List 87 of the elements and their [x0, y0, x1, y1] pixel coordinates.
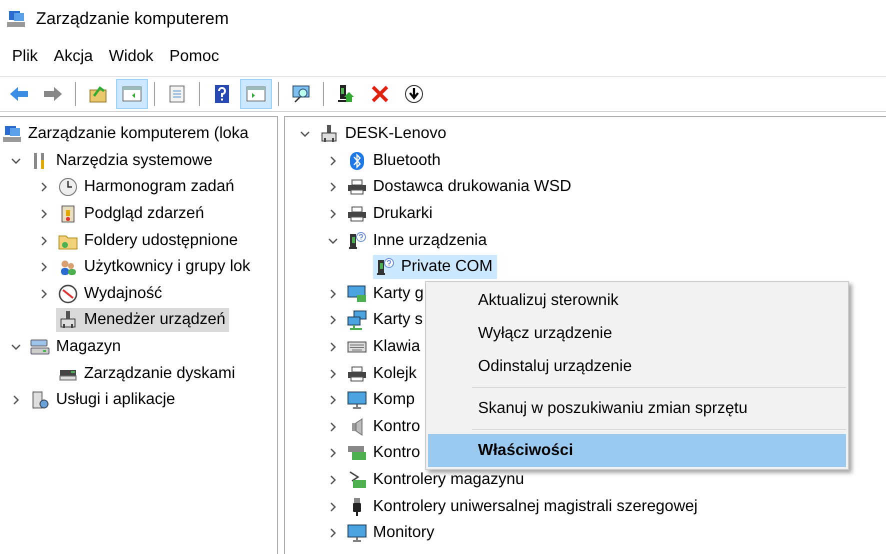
clock-icon — [58, 177, 78, 198]
chevron-right-icon[interactable] — [39, 236, 49, 246]
bluetooth-icon — [347, 150, 367, 171]
tree-item[interactable]: Kontrolery magazynu — [345, 468, 528, 492]
device-icon — [319, 124, 339, 144]
driver-update-icon — [336, 84, 356, 104]
pane-toggle-icon — [246, 84, 266, 104]
tree-item[interactable]: Karty g — [345, 282, 428, 306]
printer-icon — [347, 204, 367, 224]
services-icon — [30, 390, 50, 410]
window-title: Zarządzanie komputerem — [36, 9, 229, 29]
chevron-right-icon[interactable] — [328, 288, 338, 299]
chevron-down-icon[interactable] — [11, 156, 21, 166]
chevron-right-icon[interactable] — [328, 182, 338, 192]
tree-item[interactable]: Usługi i aplikacje — [28, 388, 180, 412]
folder-up-icon — [88, 84, 108, 104]
tree-item[interactable]: Drukarki — [345, 202, 437, 226]
menu-item[interactable]: Plik — [4, 44, 46, 70]
chevron-right-icon[interactable] — [11, 395, 21, 406]
chevron-right-icon[interactable] — [39, 182, 49, 192]
tree-item[interactable]: Monitory — [345, 521, 438, 546]
chevron-right-icon[interactable] — [328, 342, 338, 352]
display-adapter-icon — [347, 284, 367, 304]
tree-item[interactable]: Kolejk — [345, 362, 421, 386]
tree-item[interactable]: Kontro — [345, 414, 424, 439]
tree-item[interactable]: Bluetooth — [345, 148, 445, 173]
monitor-icon — [347, 390, 367, 410]
chevron-right-icon[interactable] — [328, 395, 338, 406]
tree-item[interactable]: Kontrolery uniwersalnej magistrali szeregowej — [345, 494, 702, 519]
chevron-right-icon[interactable] — [39, 262, 49, 272]
network-icon — [347, 310, 367, 330]
tree-item[interactable]: Kontro — [345, 441, 424, 466]
tree-item[interactable]: Karty s — [345, 308, 427, 332]
menu-item[interactable]: Widok — [100, 44, 162, 70]
tree-item[interactable]: Wydajność — [56, 282, 166, 306]
chevron-right-icon[interactable] — [39, 209, 49, 220]
forward-arrow-icon — [42, 84, 64, 104]
close-icon — [370, 84, 390, 104]
properties-icon — [167, 84, 187, 104]
tree-item[interactable]: Klawia — [345, 335, 424, 360]
context-menu-item[interactable]: Skanuj w poszukiwaniu zmian sprzętu — [428, 392, 846, 425]
tree-item[interactable]: Foldery udostępnione — [56, 228, 242, 253]
pane-toggle-icon — [122, 84, 142, 104]
tree-item[interactable]: Harmonogram zadań — [56, 175, 238, 200]
context-menu-item[interactable]: Odinstaluj urządzenie — [428, 350, 846, 383]
chevron-right-icon[interactable] — [328, 422, 338, 432]
chevron-down-icon[interactable] — [300, 129, 310, 140]
tree-item[interactable]: Komp — [345, 388, 419, 412]
chevron-down-icon[interactable] — [328, 236, 338, 246]
storage-icon — [30, 337, 50, 358]
chevron-right-icon[interactable] — [328, 368, 338, 379]
chevron-right-icon[interactable] — [328, 156, 338, 166]
context-menu-item[interactable]: Wyłącz urządzenie — [428, 317, 846, 350]
tree-item[interactable]: Dostawca drukowania WSD — [345, 175, 576, 200]
chevron-right-icon[interactable] — [328, 475, 338, 486]
monitor-icon — [347, 523, 367, 544]
computer-icon — [6, 9, 26, 29]
help-icon — [212, 84, 232, 104]
tree-item[interactable]: Inne urządzenia — [345, 228, 491, 253]
computer-icon — [2, 124, 22, 144]
chevron-right-icon[interactable] — [328, 502, 338, 512]
context-menu-item[interactable]: Aktualizuj sterownik — [428, 284, 846, 317]
tree-item[interactable]: DESK-Lenovo — [317, 122, 450, 146]
printer-icon — [347, 177, 367, 198]
chevron-right-icon[interactable] — [328, 448, 338, 458]
tree-item[interactable]: Podgląd zdarzeń — [56, 202, 208, 226]
chevron-right-icon[interactable] — [328, 315, 338, 326]
tree-item[interactable]: Menedżer urządzeń — [56, 308, 230, 332]
chevron-right-icon[interactable] — [328, 528, 338, 538]
chevron-right-icon[interactable] — [39, 288, 49, 299]
chevron-down-icon[interactable] — [11, 342, 21, 352]
printer-icon — [347, 364, 367, 384]
back-arrow-icon — [8, 84, 30, 104]
device-icon — [58, 310, 78, 330]
tree-item[interactable]: Narzędzia systemowe — [28, 148, 216, 173]
unknown-device-icon — [347, 230, 367, 251]
tree-item[interactable]: Private COM — [373, 255, 497, 280]
chevron-right-icon[interactable] — [328, 209, 338, 220]
menu-item[interactable]: Akcja — [46, 44, 101, 70]
tree-item[interactable]: Magazyn — [28, 335, 125, 360]
tree-item[interactable]: Zarządzanie dyskami — [56, 362, 240, 386]
tree-item[interactable]: Użytkownicy i grupy lok — [56, 255, 254, 280]
unknown-device-icon — [375, 257, 395, 278]
tree-item[interactable]: Zarządzanie komputerem (loka — [0, 122, 253, 146]
menu-item[interactable]: Pomoc — [161, 44, 228, 70]
context-menu-item[interactable]: Właściwości — [428, 434, 846, 467]
download-icon — [404, 84, 424, 104]
